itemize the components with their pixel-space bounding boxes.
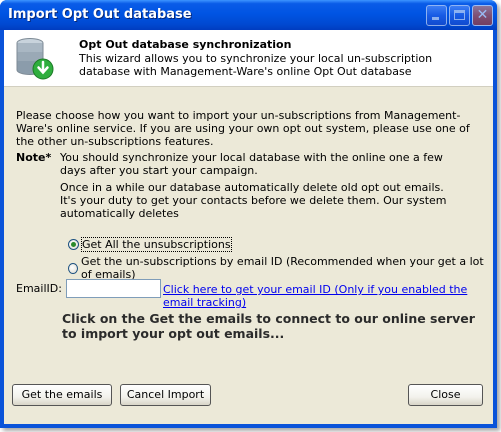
option-get-all[interactable]: Get All the unsubscriptions <box>68 237 232 252</box>
note-text: You should synchronize your local databa… <box>60 151 460 224</box>
option-by-email-id-label[interactable]: Get the un-subscriptions by email ID (Re… <box>81 255 493 281</box>
dialog-body: Opt Out database synchronization This wi… <box>4 30 493 424</box>
title-bar[interactable]: Import Opt Out database ✕ <box>0 0 497 30</box>
maximize-icon <box>454 10 465 20</box>
header-title: Opt Out database synchronization <box>79 38 292 51</box>
close-icon: ✕ <box>476 7 489 23</box>
minimize-button[interactable] <box>426 5 447 26</box>
window-title: Import Opt Out database <box>8 7 192 22</box>
email-id-label: EmailID: <box>16 282 62 295</box>
email-id-input[interactable] <box>66 279 161 298</box>
get-emails-button[interactable]: Get the emails <box>12 384 112 406</box>
import-window: Import Opt Out database ✕ Opt Out databa… <box>0 0 497 428</box>
close-button[interactable]: Close <box>408 384 483 406</box>
note-label: Note* <box>16 151 52 164</box>
window-frame-bottom <box>0 424 497 428</box>
wizard-header: Opt Out database synchronization This wi… <box>4 30 493 87</box>
note-line-2: Once in a while our database automatical… <box>60 181 447 220</box>
intro-text: Please choose how you want to import you… <box>16 109 470 148</box>
radio-by-email-id[interactable] <box>68 262 79 274</box>
minimize-icon <box>432 17 439 20</box>
option-by-email-id[interactable]: Get the un-subscriptions by email ID (Re… <box>68 255 493 281</box>
option-get-all-label[interactable]: Get All the unsubscriptions <box>81 237 232 252</box>
maximize-button[interactable] <box>449 5 470 26</box>
note-line-1: You should synchronize your local databa… <box>60 151 443 177</box>
close-window-button[interactable]: ✕ <box>472 5 493 26</box>
radio-get-all[interactable] <box>68 239 79 250</box>
instruction-text: Click on the Get the emails to connect t… <box>62 311 475 341</box>
cancel-import-button[interactable]: Cancel Import <box>120 384 211 406</box>
database-sync-icon <box>16 38 54 80</box>
get-email-id-link[interactable]: Click here to get your email ID (Only if… <box>163 283 493 309</box>
header-description: This wizard allows you to synchronize yo… <box>79 52 433 78</box>
